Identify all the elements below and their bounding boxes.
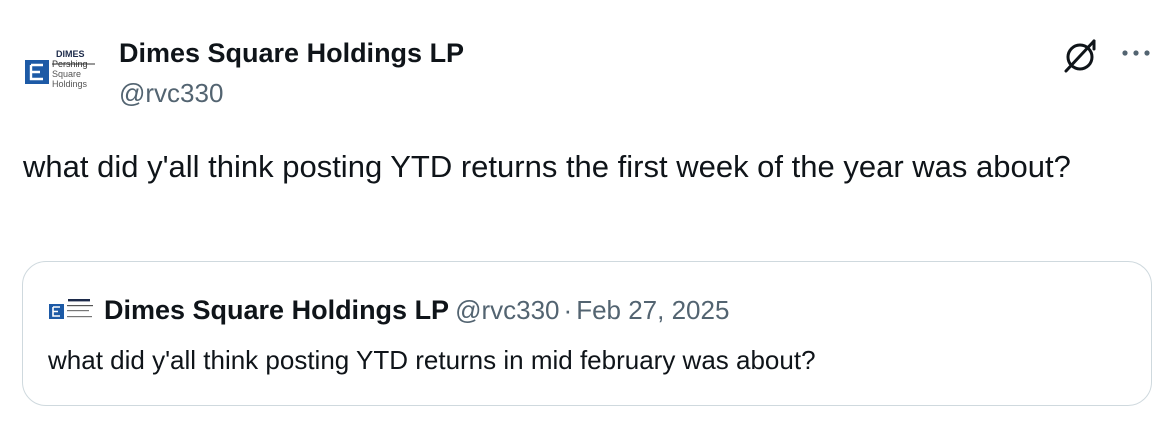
- tweet-text: what did y'all think posting YTD returns…: [23, 149, 1071, 184]
- quoted-handle: @rvc330: [455, 295, 560, 325]
- quoted-separator: ·: [563, 295, 573, 325]
- quoted-text: what did y'all think posting YTD returns…: [48, 345, 816, 375]
- quoted-date[interactable]: Feb 27, 2025: [576, 295, 729, 325]
- logo-text-dimes: DIMES: [56, 49, 85, 59]
- avatar[interactable]: DIMES Pershing Square Holdings: [23, 46, 99, 92]
- logo-text-square: Square: [52, 69, 81, 79]
- author-display-name[interactable]: Dimes Square Holdings LP: [119, 37, 464, 69]
- quoted-avatar: [48, 295, 96, 325]
- more-icon[interactable]: [1118, 39, 1154, 67]
- author-handle[interactable]: @rvc330: [119, 78, 223, 108]
- quoted-header: Dimes Square Holdings LP @rvc330 · Feb 27, …: [104, 294, 729, 331]
- logo-text-holdings: Holdings: [52, 79, 88, 89]
- quoted-display-name: Dimes Square Holdings LP: [104, 295, 450, 325]
- quoted-tweet-card[interactable]: Dimes Square Holdings LP @rvc330 · Feb 27, …: [22, 261, 1152, 406]
- tweet: DIMES Pershing Square Holdings Dimes Squ…: [0, 0, 1172, 428]
- grok-icon[interactable]: [1060, 35, 1100, 75]
